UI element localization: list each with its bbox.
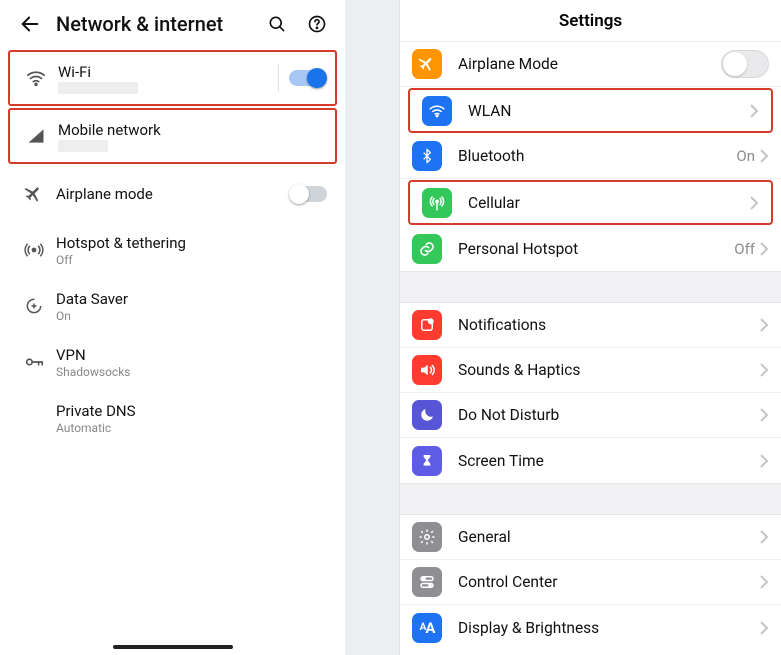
datasaver-label: Data Saver	[56, 290, 331, 308]
hourglass-icon	[419, 452, 435, 470]
mobile-label: Mobile network	[58, 121, 329, 139]
chevron-right-icon	[759, 318, 769, 332]
dnd-label: Do Not Disturb	[442, 406, 759, 424]
highlight-wlan: WLAN	[408, 88, 773, 133]
row-notifications[interactable]: Notifications	[400, 303, 781, 348]
chevron-right-icon	[749, 196, 759, 210]
vpn-key-icon	[23, 351, 45, 373]
sounds-label: Sounds & Haptics	[442, 361, 759, 379]
wifi-toggle[interactable]	[289, 70, 325, 86]
item-data-saver[interactable]: Data Saver On	[8, 278, 337, 334]
pdns-label: Private DNS	[56, 402, 331, 420]
chevron-right-icon	[759, 621, 769, 635]
chevron-right-icon	[759, 530, 769, 544]
chevron-right-icon	[759, 149, 769, 163]
chevron-right-icon	[759, 408, 769, 422]
wifi-icon	[428, 102, 446, 120]
airplane-label: Airplane mode	[56, 185, 287, 203]
row-wlan[interactable]: WLAN	[414, 90, 767, 131]
highlight-cellular: Cellular	[408, 180, 773, 225]
arrow-left-icon	[19, 13, 41, 35]
airplane-label: Airplane Mode	[442, 55, 721, 73]
ios-header: Settings	[400, 0, 781, 42]
signal-icon	[26, 126, 46, 146]
cellular-label: Cellular	[452, 194, 749, 212]
item-wifi[interactable]: Wi-Fi	[8, 50, 337, 106]
vpn-label: VPN	[56, 346, 331, 364]
screentime-label: Screen Time	[442, 452, 759, 470]
item-hotspot[interactable]: Hotspot & tethering Off	[8, 222, 337, 278]
home-indicator[interactable]	[113, 645, 233, 649]
ios-title: Settings	[559, 11, 622, 31]
row-airplane-mode[interactable]: Airplane Mode	[400, 42, 781, 87]
help-icon	[307, 14, 327, 34]
bluetooth-label: Bluetooth	[442, 147, 736, 165]
wifi-label: Wi-Fi	[58, 63, 278, 81]
wifi-sub	[58, 82, 138, 94]
airplane-icon	[418, 55, 436, 73]
row-screen-time[interactable]: Screen Time	[400, 438, 781, 483]
row-control-center[interactable]: Control Center	[400, 560, 781, 605]
search-button[interactable]	[257, 4, 297, 44]
pdns-sub: Automatic	[56, 421, 331, 435]
bluetooth-icon	[419, 147, 435, 165]
wlan-label: WLAN	[452, 102, 749, 120]
speaker-icon	[418, 361, 436, 379]
airplane-toggle[interactable]	[721, 50, 769, 78]
row-personal-hotspot[interactable]: Personal Hotspot Off	[400, 226, 781, 271]
link-icon	[418, 240, 436, 258]
hotspot-status: Off	[734, 240, 759, 258]
row-cellular[interactable]: Cellular	[414, 182, 767, 223]
hotspot-icon	[24, 240, 44, 260]
android-header: Network & internet	[0, 0, 345, 48]
notifications-icon	[418, 316, 436, 334]
switches-icon	[418, 573, 436, 591]
item-private-dns[interactable]: Private DNS Automatic	[8, 390, 337, 446]
android-title: Network & internet	[52, 12, 257, 36]
notif-label: Notifications	[442, 316, 759, 334]
control-label: Control Center	[442, 573, 759, 591]
chevron-right-icon	[759, 575, 769, 589]
section-gap	[400, 271, 781, 303]
display-label: Display & Brightness	[442, 619, 759, 637]
gear-icon	[418, 528, 436, 546]
airplane-icon	[24, 184, 44, 204]
moon-icon	[418, 406, 436, 424]
section-gap	[400, 483, 781, 515]
text-size-icon: AA	[412, 613, 442, 643]
chevron-right-icon	[749, 104, 759, 118]
hotspot-label: Personal Hotspot	[442, 240, 734, 258]
android-settings-screen: Network & internet Wi-Fi Mobile network	[0, 0, 345, 655]
general-label: General	[442, 528, 759, 546]
search-icon	[267, 14, 287, 34]
airplane-toggle[interactable]	[291, 186, 327, 202]
hotspot-label: Hotspot & tethering	[56, 234, 331, 252]
item-vpn[interactable]: VPN Shadowsocks	[8, 334, 337, 390]
ios-settings-screen: Settings Airplane Mode WLAN Bluetooth On…	[399, 0, 781, 655]
row-display-brightness[interactable]: AA Display & Brightness	[400, 605, 781, 650]
chevron-right-icon	[759, 363, 769, 377]
mobile-sub	[58, 140, 108, 152]
row-general[interactable]: General	[400, 515, 781, 560]
chevron-right-icon	[759, 454, 769, 468]
help-button[interactable]	[297, 4, 337, 44]
back-button[interactable]	[8, 2, 52, 46]
hotspot-sub: Off	[56, 253, 331, 267]
row-dnd[interactable]: Do Not Disturb	[400, 393, 781, 438]
item-mobile-network[interactable]: Mobile network	[8, 108, 337, 164]
wifi-icon	[25, 67, 47, 89]
item-airplane-mode[interactable]: Airplane mode	[8, 166, 337, 222]
row-bluetooth[interactable]: Bluetooth On	[400, 134, 781, 179]
android-list: Wi-Fi Mobile network Airplane mode Hotsp…	[0, 48, 345, 446]
chevron-right-icon	[759, 242, 769, 256]
row-sounds[interactable]: Sounds & Haptics	[400, 348, 781, 393]
datasaver-sub: On	[56, 309, 331, 323]
vpn-sub: Shadowsocks	[56, 365, 331, 379]
antenna-icon	[428, 194, 446, 212]
bluetooth-status: On	[736, 147, 759, 165]
data-saver-icon	[24, 296, 44, 316]
